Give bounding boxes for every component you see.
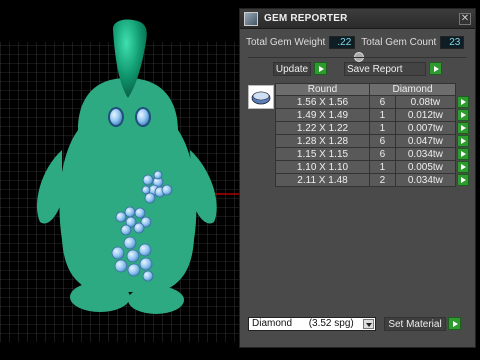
table-row[interactable]: 1.56 X 1.56 6 0.08tw <box>275 95 470 109</box>
panel-titlebar[interactable]: GEM REPORTER ✕ <box>240 9 475 29</box>
table-row[interactable]: 2.11 X 1.48 2 0.034tw <box>275 173 470 187</box>
cell-size: 2.11 X 1.48 <box>275 173 370 187</box>
cell-count: 1 <box>369 121 396 135</box>
gem-reporter-icon <box>244 11 258 26</box>
table-row[interactable]: 1.15 X 1.15 6 0.034tw <box>275 147 470 161</box>
row-go-icon[interactable] <box>456 161 469 173</box>
row-go-icon[interactable] <box>456 109 469 121</box>
cell-weight: 0.08tw <box>394 95 457 109</box>
cell-size: 1.28 X 1.28 <box>275 134 370 148</box>
total-count-label: Total Gem Count <box>361 36 437 48</box>
cell-size: 1.10 X 1.10 <box>275 160 370 174</box>
left-wing <box>36 150 62 224</box>
cell-count: 2 <box>369 173 396 187</box>
cell-weight: 0.005tw <box>394 160 457 174</box>
chevron-down-icon[interactable] <box>363 319 374 329</box>
row-go-icon[interactable] <box>456 135 469 147</box>
cell-size: 1.15 X 1.15 <box>275 147 370 161</box>
gem-table: Round Diamond 1.56 X 1.56 6 0.08tw 1.49 … <box>275 83 470 187</box>
row-go-icon[interactable] <box>456 122 469 134</box>
update-button[interactable]: Update <box>273 62 311 76</box>
cell-count: 1 <box>369 108 396 122</box>
column-header-round[interactable]: Round <box>275 83 370 96</box>
table-row[interactable]: 1.10 X 1.10 1 0.005tw <box>275 160 470 174</box>
cell-weight: 0.047tw <box>394 134 457 148</box>
penguin-model[interactable] <box>0 0 240 360</box>
save-report-go-icon[interactable] <box>429 62 442 75</box>
row-go-icon[interactable] <box>456 174 469 186</box>
cell-count: 6 <box>369 147 396 161</box>
penguin-body <box>59 78 197 292</box>
material-select[interactable]: Diamond (3.52 spg) <box>248 317 376 331</box>
cell-weight: 0.007tw <box>394 121 457 135</box>
close-icon[interactable]: ✕ <box>459 12 471 25</box>
set-material-go-icon[interactable] <box>448 317 461 330</box>
update-go-icon[interactable] <box>314 62 327 75</box>
table-row[interactable]: 1.22 X 1.22 1 0.007tw <box>275 121 470 135</box>
total-count-value: 23 <box>440 35 465 49</box>
cell-count: 1 <box>369 160 396 174</box>
cell-weight: 0.034tw <box>394 147 457 161</box>
save-report-button[interactable]: Save Report <box>344 62 426 76</box>
material-select-value: Diamond (3.52 spg) <box>252 318 354 329</box>
cell-count: 6 <box>369 95 396 109</box>
row-go-icon[interactable] <box>456 96 469 108</box>
total-weight-value: .22 <box>329 35 356 49</box>
left-foot <box>70 282 130 312</box>
cell-count: 6 <box>369 134 396 148</box>
cell-weight: 0.012tw <box>394 108 457 122</box>
cell-size: 1.56 X 1.56 <box>275 95 370 109</box>
divider <box>248 57 467 58</box>
set-material-button[interactable]: Set Material <box>384 317 446 331</box>
column-header-diamond[interactable]: Diamond <box>369 83 456 96</box>
total-weight-label: Total Gem Weight <box>246 36 326 48</box>
right-foot <box>128 286 184 314</box>
table-row[interactable]: 1.49 X 1.49 1 0.012tw <box>275 108 470 122</box>
cell-weight: 0.034tw <box>394 173 457 187</box>
panel-title: GEM REPORTER <box>264 13 348 24</box>
totals-row: Total Gem Weight .22 Total Gem Count 23 <box>244 35 471 49</box>
cell-size: 1.49 X 1.49 <box>275 108 370 122</box>
gem-shape-icon[interactable] <box>248 85 274 109</box>
cell-size: 1.22 X 1.22 <box>275 121 370 135</box>
row-go-icon[interactable] <box>456 148 469 160</box>
table-row[interactable]: 1.28 X 1.28 6 0.047tw <box>275 134 470 148</box>
